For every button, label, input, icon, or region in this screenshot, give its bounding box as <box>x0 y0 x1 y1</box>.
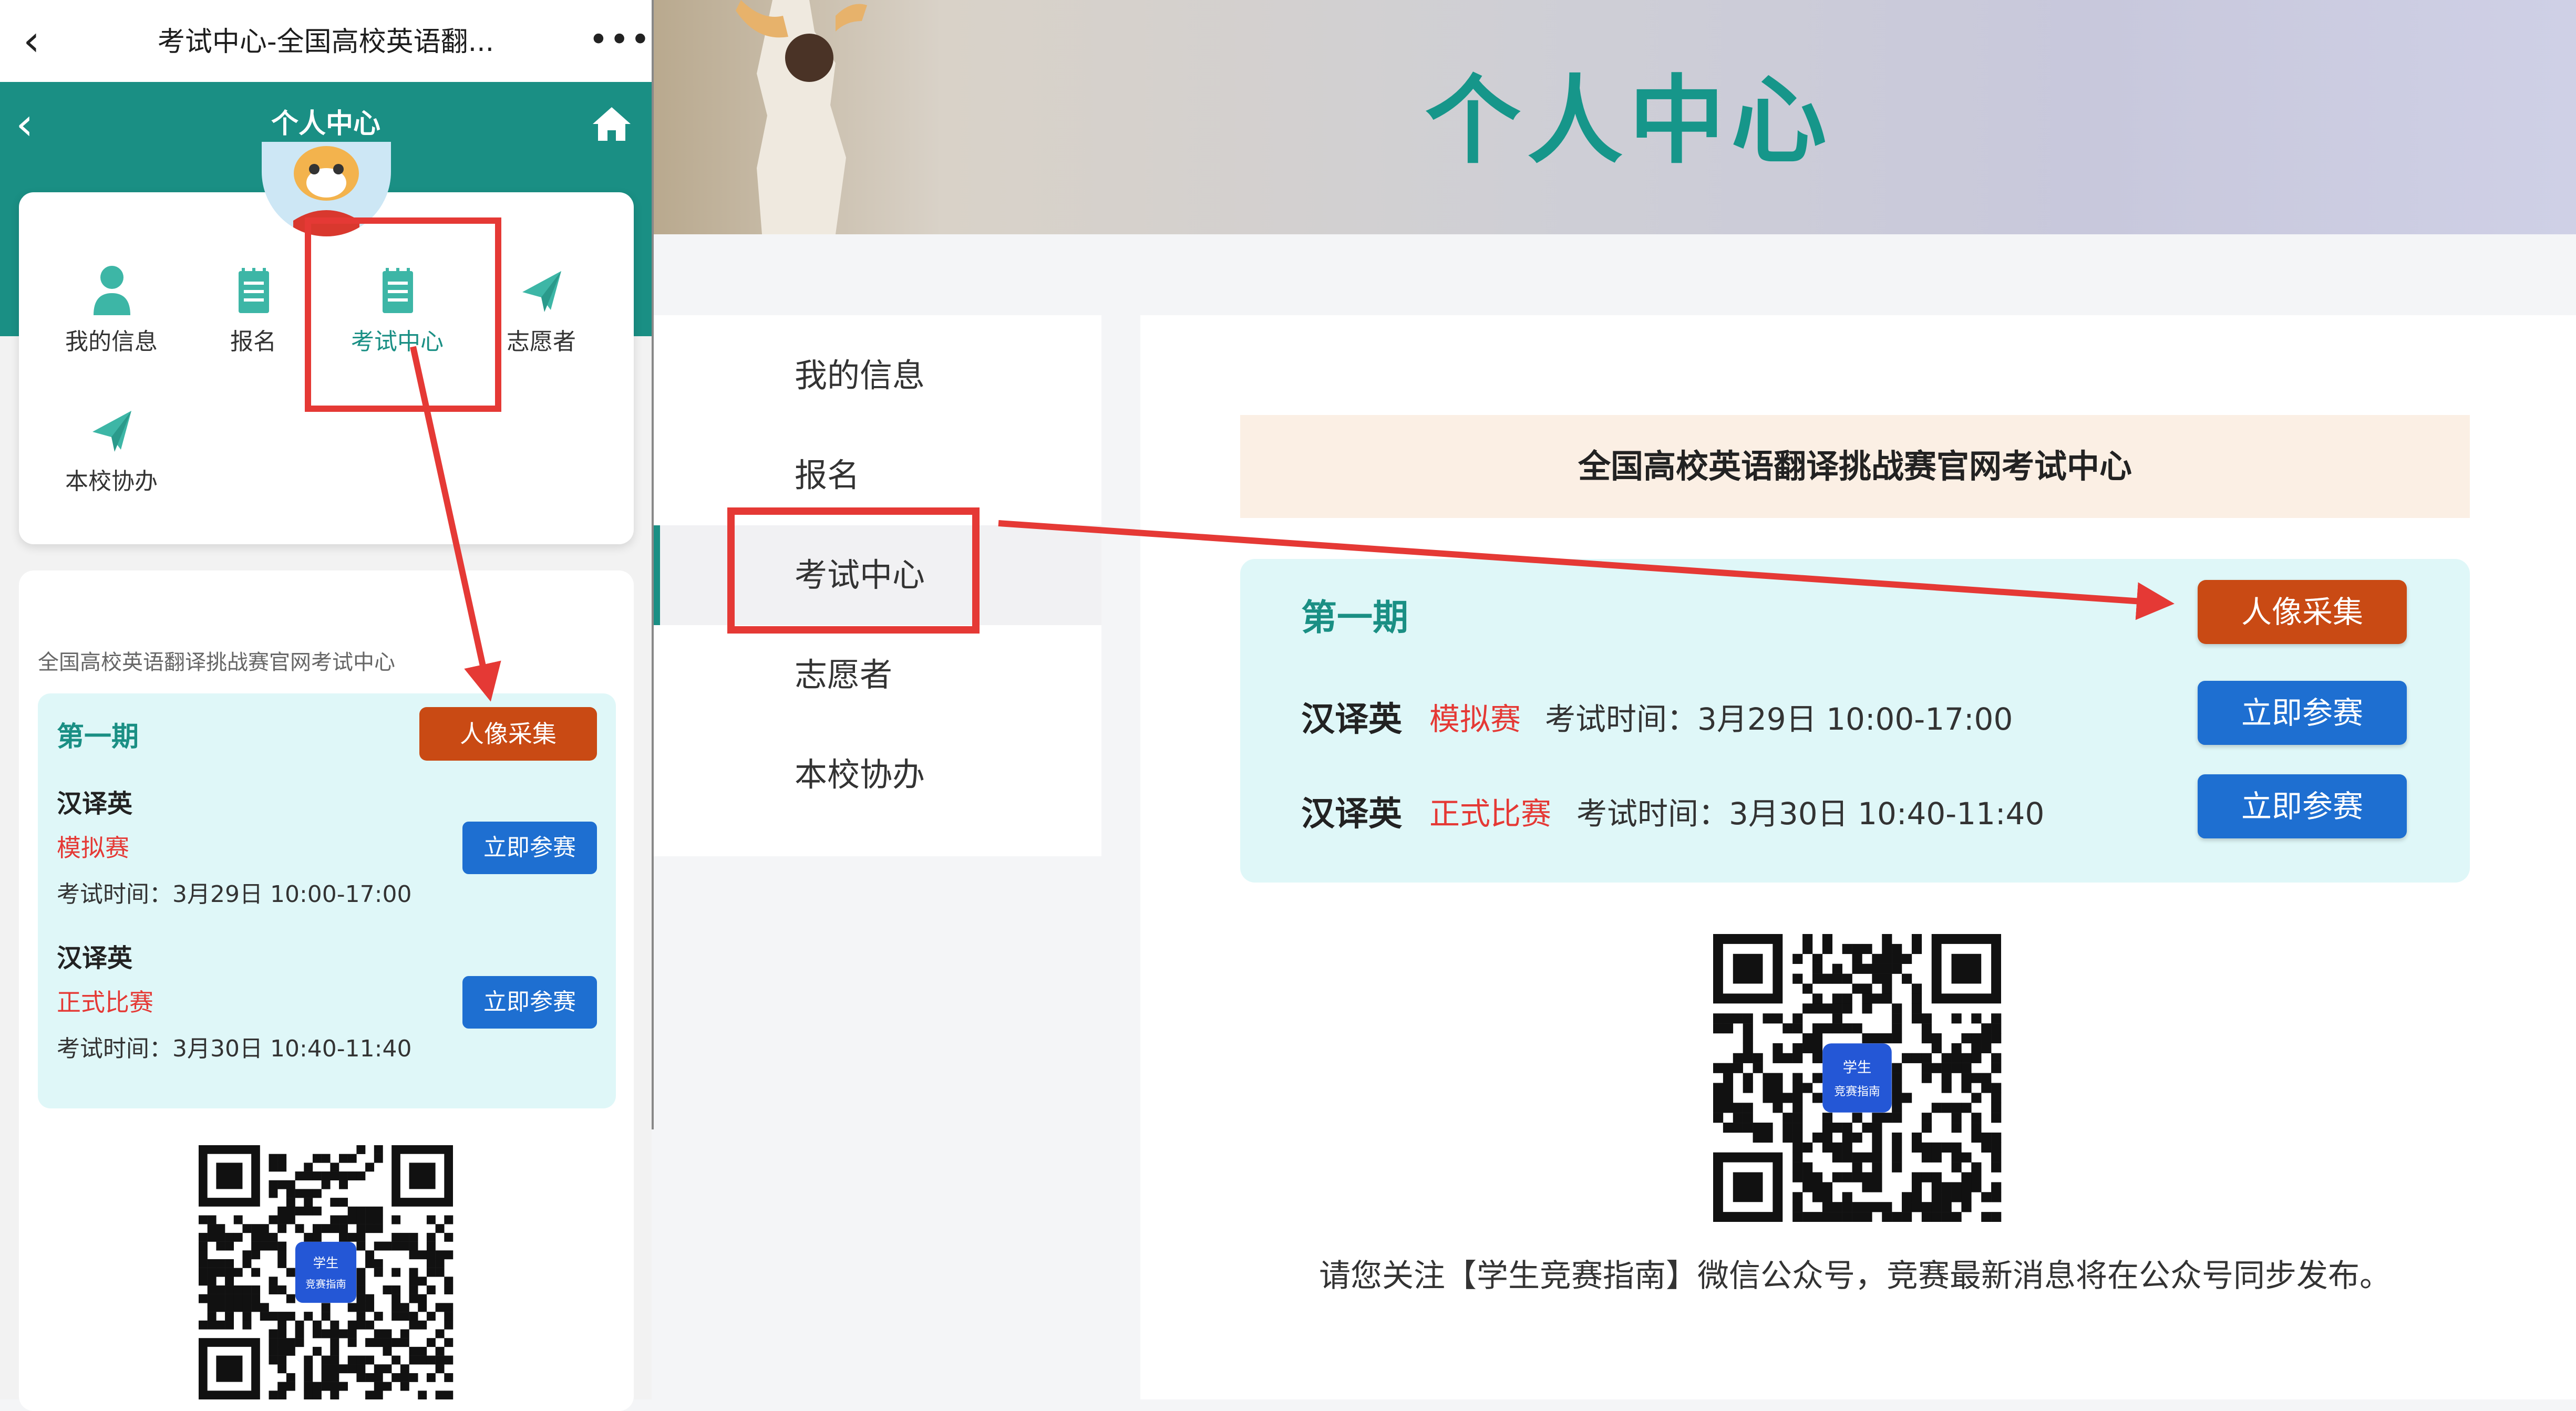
join-exam-button[interactable]: 立即参赛 <box>2198 774 2407 838</box>
qr-code: 学生竞赛指南 <box>1713 934 2002 1222</box>
sidebar-item-label: 志愿者 <box>795 656 893 694</box>
join-exam-button[interactable]: 立即参赛 <box>2198 681 2407 745</box>
sidebar-item-school-co-host[interactable]: 本校协办 <box>654 725 1101 825</box>
wechat-follow-notice: 请您关注【学生竞赛指南】微信公众号，竞赛最新消息将在公众号同步发布。 <box>1319 1258 2391 1294</box>
exam-subject: 汉译英 <box>57 789 133 818</box>
qr-logo-badge <box>295 1241 357 1303</box>
exam-section-title: 全国高校英语翻译挑战赛官网考试中心 <box>38 650 395 675</box>
menu-item-label: 报名 <box>230 328 276 355</box>
exam-type-tag: 正式比赛 <box>1429 796 1552 832</box>
notepad-icon <box>239 268 269 313</box>
qr-badge-text: 竞赛指南 <box>305 1278 346 1290</box>
exam-time: 考试时间：3月30日 10:40-11:40 <box>1576 796 2045 832</box>
portrait-capture-button[interactable]: 人像采集 <box>419 707 597 761</box>
chevron-left-icon[interactable]: ‹ <box>23 19 55 63</box>
home-icon[interactable] <box>591 105 633 143</box>
portrait-capture-button[interactable]: 人像采集 <box>2198 580 2407 644</box>
sidebar-item-volunteer[interactable]: 志愿者 <box>654 625 1101 725</box>
exam-time: 考试时间：3月30日 10:40-11:40 <box>57 1035 412 1062</box>
mobile-header-title: 个人中心 <box>271 108 380 140</box>
exam-type-tag: 正式比赛 <box>57 988 153 1016</box>
highlight-box <box>305 217 501 412</box>
sidebar-item-label: 本校协办 <box>795 755 925 794</box>
exam-type-tag: 模拟赛 <box>1429 701 1521 737</box>
paper-plane-icon <box>92 411 131 452</box>
sidebar-item-label: 我的信息 <box>795 356 925 395</box>
page-title: 个人中心 <box>1425 65 1833 177</box>
exam-subject: 汉译英 <box>1301 795 1402 834</box>
exam-subject: 汉译英 <box>1301 700 1402 739</box>
join-exam-button[interactable]: 立即参赛 <box>462 822 597 874</box>
highlight-box <box>727 507 980 634</box>
exam-subject: 汉译英 <box>57 943 133 973</box>
menu-item-my-info[interactable]: 我的信息 <box>48 264 174 369</box>
exam-time: 考试时间：3月29日 10:00-17:00 <box>57 881 412 908</box>
qr-badge-text: 学生 <box>1843 1060 1872 1076</box>
sidebar-active-indicator <box>654 525 660 625</box>
banner-figure-image <box>736 0 867 234</box>
qr-badge-text: 竞赛指南 <box>1834 1085 1880 1098</box>
wechat-page-title: 考试中心-全国高校英语翻... <box>157 26 494 58</box>
menu-item-label: 我的信息 <box>65 328 158 355</box>
qr-badge-text: 学生 <box>313 1256 338 1270</box>
exam-period-title: 第一期 <box>1301 597 1409 639</box>
qr-logo-badge <box>1822 1043 1892 1113</box>
menu-item-school-co-host[interactable]: 本校协办 <box>48 403 174 509</box>
exam-time: 考试时间：3月29日 10:00-17:00 <box>1545 701 2013 737</box>
exam-period-title: 第一期 <box>57 721 139 753</box>
user-icon <box>94 266 130 315</box>
paper-plane-icon <box>522 271 561 312</box>
sidebar-item-my-info[interactable]: 我的信息 <box>654 326 1101 426</box>
menu-item-register[interactable]: 报名 <box>190 264 316 369</box>
more-options-icon[interactable]: ••• <box>589 18 650 62</box>
qr-code: 学生竞赛指南 <box>199 1145 454 1399</box>
exam-center-title: 全国高校英语翻译挑战赛官网考试中心 <box>1240 415 2470 518</box>
exam-type-tag: 模拟赛 <box>57 834 129 862</box>
chevron-left-icon[interactable]: ‹ <box>16 98 47 150</box>
join-exam-button[interactable]: 立即参赛 <box>462 976 597 1029</box>
menu-item-label: 本校协办 <box>65 468 158 495</box>
